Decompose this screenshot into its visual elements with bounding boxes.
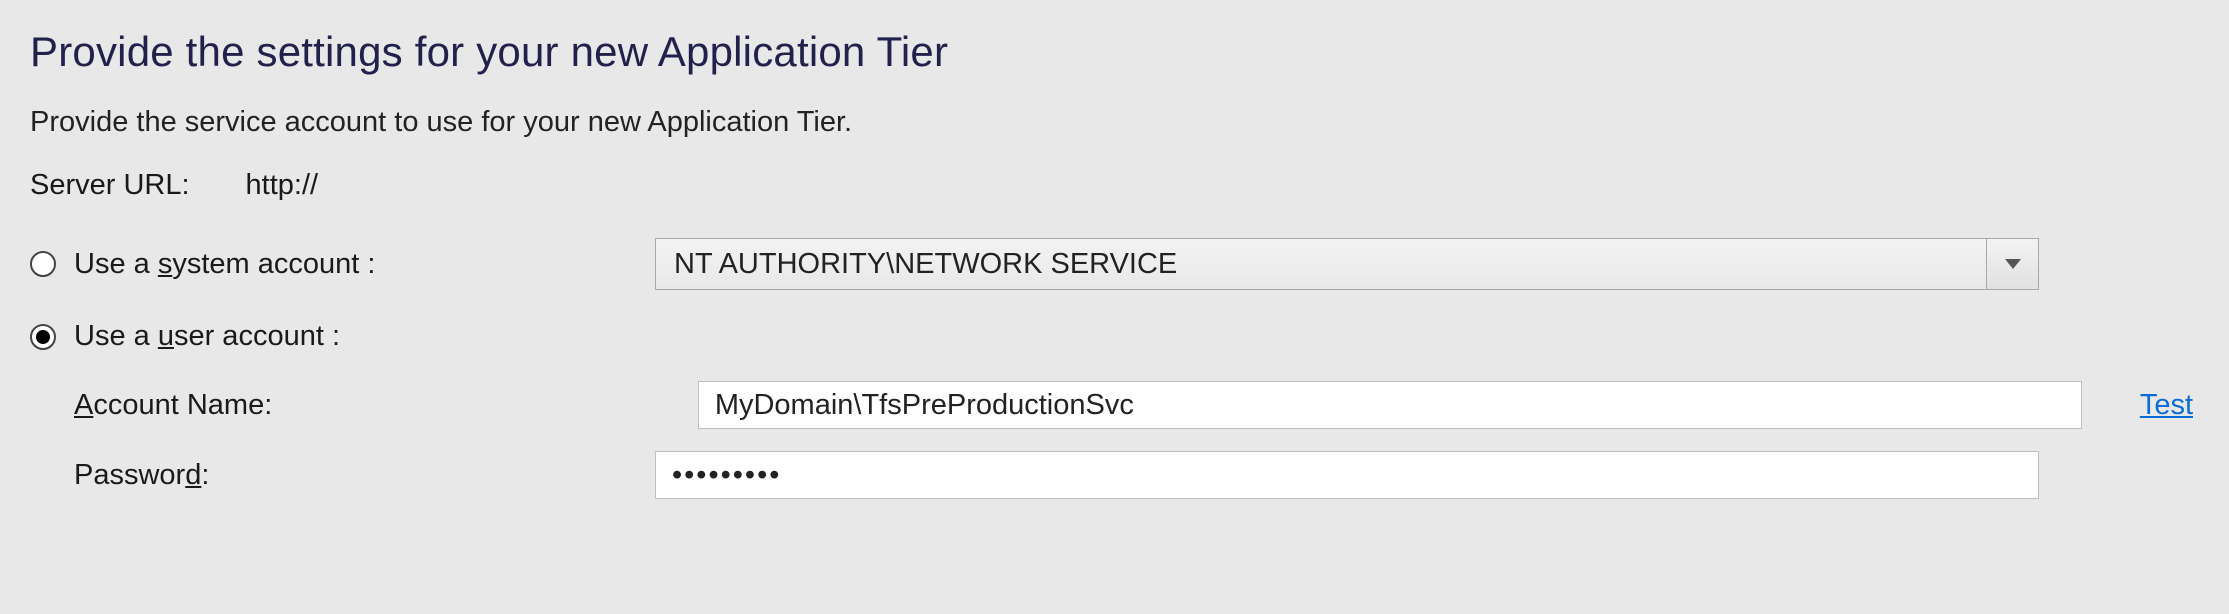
password-label: Password: [74,459,209,492]
test-link[interactable]: Test [2140,389,2193,422]
account-name-label: Account Name: [74,389,272,422]
password-row: Password: [30,451,2193,499]
user-account-option[interactable]: Use a user account : [30,320,2193,353]
chevron-down-icon[interactable] [1986,239,2038,289]
system-account-selected: NT AUTHORITY\NETWORK SERVICE [656,239,1986,289]
account-name-row: Account Name: Test [30,381,2193,429]
user-account-radio[interactable] [30,324,56,350]
system-account-radio[interactable] [30,251,56,277]
account-name-input[interactable] [698,381,2082,429]
user-account-label: Use a user account : [74,320,340,353]
server-url-row: Server URL: http:// [30,169,2193,202]
server-url-value: http:// [246,169,319,202]
password-input[interactable] [655,451,2039,499]
system-account-dropdown[interactable]: NT AUTHORITY\NETWORK SERVICE [655,238,2039,290]
page-heading: Provide the settings for your new Applic… [30,28,2193,76]
system-account-option[interactable]: Use a system account : NT AUTHORITY\NETW… [30,238,2193,290]
page-subheading: Provide the service account to use for y… [30,106,2193,139]
server-url-label: Server URL: [30,169,190,202]
system-account-label: Use a system account : [74,248,375,281]
